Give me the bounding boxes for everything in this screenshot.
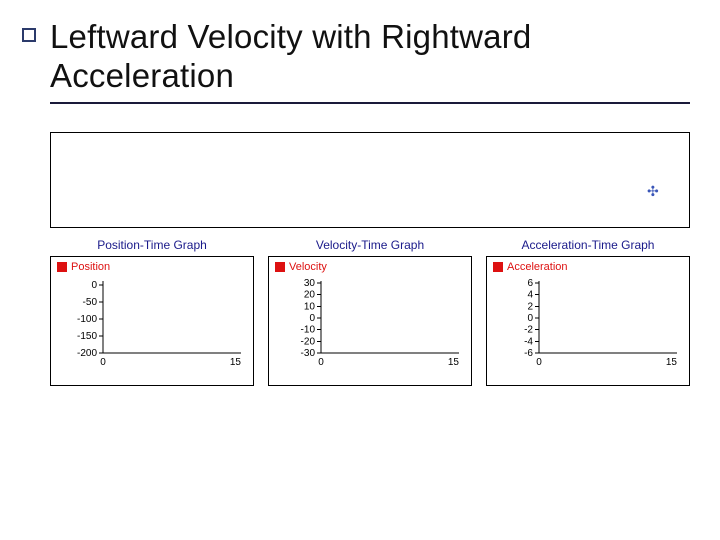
ytick: -6: [524, 348, 533, 359]
chart-col-position: Position-Time Graph Position 0 -50: [50, 238, 254, 386]
ytick: 0: [91, 280, 97, 291]
ytick: 0: [527, 313, 533, 324]
ytick: -20: [301, 336, 316, 347]
bullet-square-icon: [22, 28, 36, 42]
motion-marker-icon: ✣: [647, 185, 659, 197]
ytick: -100: [77, 314, 97, 325]
xtick: 15: [448, 357, 460, 367]
chart-title: Velocity-Time Graph: [268, 238, 472, 252]
chart-card: Acceleration 6 4 2 0: [486, 256, 690, 386]
ytick: 4: [527, 290, 533, 301]
slide: Leftward Velocity with Rightward Acceler…: [0, 0, 720, 540]
xtick: 0: [536, 357, 542, 367]
legend-swatch-icon: [275, 262, 285, 272]
ytick: 0: [309, 313, 315, 324]
axes-svg: 30 20 10 0 -10 -20 -30 0: [275, 275, 465, 367]
ytick: 6: [527, 278, 533, 289]
ytick: 10: [304, 301, 316, 312]
legend-label: Acceleration: [507, 261, 568, 273]
chart-legend: Velocity: [275, 261, 465, 273]
ytick: -200: [77, 348, 97, 359]
legend-label: Position: [71, 261, 110, 273]
ytick: 30: [304, 278, 316, 289]
axes-svg: 0 -50 -100 -150 -200 0 15: [57, 275, 247, 367]
ytick: 20: [304, 290, 316, 301]
ytick: -50: [83, 297, 98, 308]
plot-area: 6 4 2 0 -2 -4 -6 0: [493, 275, 683, 367]
ytick: 2: [527, 301, 533, 312]
chart-col-velocity: Velocity-Time Graph Velocity 30 20: [268, 238, 472, 386]
chart-title: Position-Time Graph: [50, 238, 254, 252]
ytick: -10: [301, 325, 316, 336]
ytick: -4: [524, 336, 533, 347]
legend-label: Velocity: [289, 261, 327, 273]
ytick: -30: [301, 348, 316, 359]
plot-area: 0 -50 -100 -150 -200 0 15: [57, 275, 247, 367]
legend-swatch-icon: [57, 262, 67, 272]
chart-card: Velocity 30 20 10 0: [268, 256, 472, 386]
chart-title: Acceleration-Time Graph: [486, 238, 690, 252]
ytick: -150: [77, 331, 97, 342]
title-underline: [50, 102, 690, 104]
legend-swatch-icon: [493, 262, 503, 272]
plot-area: 30 20 10 0 -10 -20 -30 0: [275, 275, 465, 367]
title-block: Leftward Velocity with Rightward Acceler…: [50, 18, 688, 104]
slide-title: Leftward Velocity with Rightward Acceler…: [50, 18, 688, 96]
chart-legend: Acceleration: [493, 261, 683, 273]
xtick: 0: [100, 357, 106, 367]
xtick: 15: [230, 357, 242, 367]
charts-row: Position-Time Graph Position 0 -50: [50, 238, 690, 386]
chart-col-acceleration: Acceleration-Time Graph Acceleration 6 4: [486, 238, 690, 386]
chart-card: Position 0 -50 -100 -150: [50, 256, 254, 386]
axes-svg: 6 4 2 0 -2 -4 -6 0: [493, 275, 683, 367]
xtick: 0: [318, 357, 324, 367]
chart-legend: Position: [57, 261, 247, 273]
ytick: -2: [524, 325, 533, 336]
xtick: 15: [666, 357, 678, 367]
animation-panel: ✣: [50, 132, 690, 228]
